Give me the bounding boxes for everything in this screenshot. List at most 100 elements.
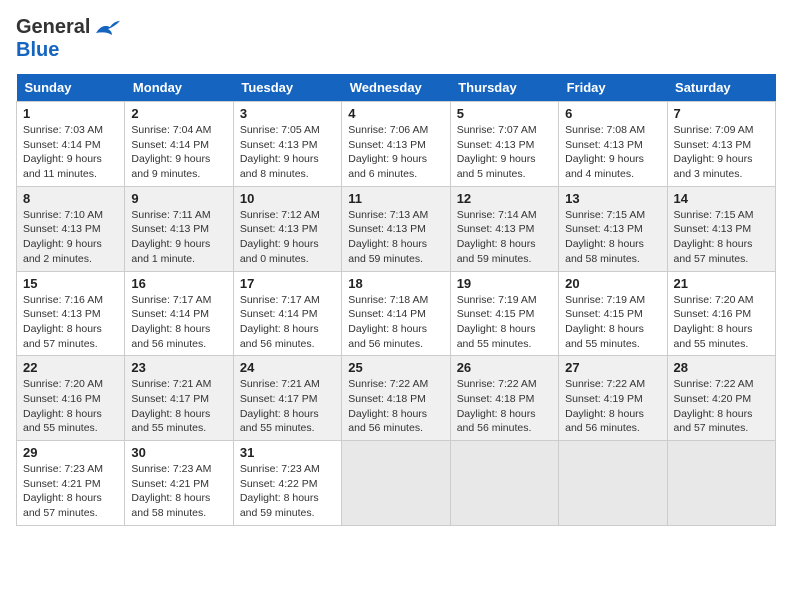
calendar-cell <box>667 441 775 526</box>
calendar-cell: 4 Sunrise: 7:06 AM Sunset: 4:13 PM Dayli… <box>342 102 450 187</box>
day-number: 31 <box>240 445 335 460</box>
day-info: Sunrise: 7:18 AM Sunset: 4:14 PM Dayligh… <box>348 293 443 352</box>
day-number: 21 <box>674 276 769 291</box>
calendar-cell: 26 Sunrise: 7:22 AM Sunset: 4:18 PM Dayl… <box>450 356 558 441</box>
day-number: 13 <box>565 191 660 206</box>
column-header-saturday: Saturday <box>667 74 775 102</box>
day-number: 2 <box>131 106 226 121</box>
page-header: General Blue <box>16 16 776 62</box>
calendar-cell: 9 Sunrise: 7:11 AM Sunset: 4:13 PM Dayli… <box>125 186 233 271</box>
day-info: Sunrise: 7:11 AM Sunset: 4:13 PM Dayligh… <box>131 208 226 267</box>
calendar-cell: 24 Sunrise: 7:21 AM Sunset: 4:17 PM Dayl… <box>233 356 341 441</box>
day-number: 14 <box>674 191 769 206</box>
calendar-cell: 3 Sunrise: 7:05 AM Sunset: 4:13 PM Dayli… <box>233 102 341 187</box>
calendar-cell: 2 Sunrise: 7:04 AM Sunset: 4:14 PM Dayli… <box>125 102 233 187</box>
day-number: 1 <box>23 106 118 121</box>
day-number: 9 <box>131 191 226 206</box>
logo-bird-icon <box>92 19 120 37</box>
day-info: Sunrise: 7:15 AM Sunset: 4:13 PM Dayligh… <box>674 208 769 267</box>
day-number: 7 <box>674 106 769 121</box>
calendar-cell: 7 Sunrise: 7:09 AM Sunset: 4:13 PM Dayli… <box>667 102 775 187</box>
calendar-cell: 17 Sunrise: 7:17 AM Sunset: 4:14 PM Dayl… <box>233 271 341 356</box>
column-header-friday: Friday <box>559 74 667 102</box>
day-number: 29 <box>23 445 118 460</box>
calendar-cell: 19 Sunrise: 7:19 AM Sunset: 4:15 PM Dayl… <box>450 271 558 356</box>
day-info: Sunrise: 7:22 AM Sunset: 4:20 PM Dayligh… <box>674 377 769 436</box>
calendar-cell: 22 Sunrise: 7:20 AM Sunset: 4:16 PM Dayl… <box>17 356 125 441</box>
day-number: 11 <box>348 191 443 206</box>
day-info: Sunrise: 7:23 AM Sunset: 4:21 PM Dayligh… <box>23 462 118 521</box>
day-info: Sunrise: 7:13 AM Sunset: 4:13 PM Dayligh… <box>348 208 443 267</box>
day-info: Sunrise: 7:09 AM Sunset: 4:13 PM Dayligh… <box>674 123 769 182</box>
day-number: 24 <box>240 360 335 375</box>
calendar-cell: 5 Sunrise: 7:07 AM Sunset: 4:13 PM Dayli… <box>450 102 558 187</box>
calendar-cell: 15 Sunrise: 7:16 AM Sunset: 4:13 PM Dayl… <box>17 271 125 356</box>
day-info: Sunrise: 7:21 AM Sunset: 4:17 PM Dayligh… <box>240 377 335 436</box>
calendar-cell: 25 Sunrise: 7:22 AM Sunset: 4:18 PM Dayl… <box>342 356 450 441</box>
column-header-sunday: Sunday <box>17 74 125 102</box>
calendar-cell: 14 Sunrise: 7:15 AM Sunset: 4:13 PM Dayl… <box>667 186 775 271</box>
day-info: Sunrise: 7:12 AM Sunset: 4:13 PM Dayligh… <box>240 208 335 267</box>
column-header-thursday: Thursday <box>450 74 558 102</box>
calendar-cell: 29 Sunrise: 7:23 AM Sunset: 4:21 PM Dayl… <box>17 441 125 526</box>
day-number: 5 <box>457 106 552 121</box>
day-info: Sunrise: 7:19 AM Sunset: 4:15 PM Dayligh… <box>565 293 660 352</box>
day-number: 3 <box>240 106 335 121</box>
calendar-cell: 28 Sunrise: 7:22 AM Sunset: 4:20 PM Dayl… <box>667 356 775 441</box>
day-info: Sunrise: 7:17 AM Sunset: 4:14 PM Dayligh… <box>240 293 335 352</box>
day-number: 16 <box>131 276 226 291</box>
column-header-wednesday: Wednesday <box>342 74 450 102</box>
day-number: 27 <box>565 360 660 375</box>
day-info: Sunrise: 7:22 AM Sunset: 4:18 PM Dayligh… <box>457 377 552 436</box>
day-number: 25 <box>348 360 443 375</box>
calendar-cell: 11 Sunrise: 7:13 AM Sunset: 4:13 PM Dayl… <box>342 186 450 271</box>
day-number: 20 <box>565 276 660 291</box>
day-number: 28 <box>674 360 769 375</box>
day-info: Sunrise: 7:23 AM Sunset: 4:22 PM Dayligh… <box>240 462 335 521</box>
day-number: 10 <box>240 191 335 206</box>
calendar-cell: 23 Sunrise: 7:21 AM Sunset: 4:17 PM Dayl… <box>125 356 233 441</box>
calendar-cell: 20 Sunrise: 7:19 AM Sunset: 4:15 PM Dayl… <box>559 271 667 356</box>
calendar-cell <box>342 441 450 526</box>
calendar-cell: 10 Sunrise: 7:12 AM Sunset: 4:13 PM Dayl… <box>233 186 341 271</box>
calendar-cell <box>450 441 558 526</box>
day-number: 22 <box>23 360 118 375</box>
day-info: Sunrise: 7:19 AM Sunset: 4:15 PM Dayligh… <box>457 293 552 352</box>
day-info: Sunrise: 7:03 AM Sunset: 4:14 PM Dayligh… <box>23 123 118 182</box>
calendar-cell: 1 Sunrise: 7:03 AM Sunset: 4:14 PM Dayli… <box>17 102 125 187</box>
logo: General Blue <box>16 16 120 62</box>
logo-blue-text: Blue <box>16 39 59 61</box>
day-info: Sunrise: 7:15 AM Sunset: 4:13 PM Dayligh… <box>565 208 660 267</box>
day-info: Sunrise: 7:21 AM Sunset: 4:17 PM Dayligh… <box>131 377 226 436</box>
day-info: Sunrise: 7:06 AM Sunset: 4:13 PM Dayligh… <box>348 123 443 182</box>
day-info: Sunrise: 7:07 AM Sunset: 4:13 PM Dayligh… <box>457 123 552 182</box>
logo-general-text: General <box>16 16 90 39</box>
day-number: 6 <box>565 106 660 121</box>
day-info: Sunrise: 7:22 AM Sunset: 4:18 PM Dayligh… <box>348 377 443 436</box>
day-info: Sunrise: 7:10 AM Sunset: 4:13 PM Dayligh… <box>23 208 118 267</box>
day-number: 4 <box>348 106 443 121</box>
day-info: Sunrise: 7:20 AM Sunset: 4:16 PM Dayligh… <box>674 293 769 352</box>
calendar-cell: 8 Sunrise: 7:10 AM Sunset: 4:13 PM Dayli… <box>17 186 125 271</box>
calendar-cell: 6 Sunrise: 7:08 AM Sunset: 4:13 PM Dayli… <box>559 102 667 187</box>
calendar-cell: 12 Sunrise: 7:14 AM Sunset: 4:13 PM Dayl… <box>450 186 558 271</box>
day-number: 18 <box>348 276 443 291</box>
day-number: 15 <box>23 276 118 291</box>
calendar-table: SundayMondayTuesdayWednesdayThursdayFrid… <box>16 74 776 526</box>
day-info: Sunrise: 7:17 AM Sunset: 4:14 PM Dayligh… <box>131 293 226 352</box>
day-number: 17 <box>240 276 335 291</box>
day-info: Sunrise: 7:04 AM Sunset: 4:14 PM Dayligh… <box>131 123 226 182</box>
calendar-cell: 31 Sunrise: 7:23 AM Sunset: 4:22 PM Dayl… <box>233 441 341 526</box>
column-header-tuesday: Tuesday <box>233 74 341 102</box>
day-number: 19 <box>457 276 552 291</box>
day-info: Sunrise: 7:20 AM Sunset: 4:16 PM Dayligh… <box>23 377 118 436</box>
calendar-cell: 18 Sunrise: 7:18 AM Sunset: 4:14 PM Dayl… <box>342 271 450 356</box>
day-number: 30 <box>131 445 226 460</box>
day-number: 8 <box>23 191 118 206</box>
day-info: Sunrise: 7:22 AM Sunset: 4:19 PM Dayligh… <box>565 377 660 436</box>
day-number: 12 <box>457 191 552 206</box>
column-header-monday: Monday <box>125 74 233 102</box>
day-info: Sunrise: 7:08 AM Sunset: 4:13 PM Dayligh… <box>565 123 660 182</box>
calendar-cell: 13 Sunrise: 7:15 AM Sunset: 4:13 PM Dayl… <box>559 186 667 271</box>
day-info: Sunrise: 7:23 AM Sunset: 4:21 PM Dayligh… <box>131 462 226 521</box>
